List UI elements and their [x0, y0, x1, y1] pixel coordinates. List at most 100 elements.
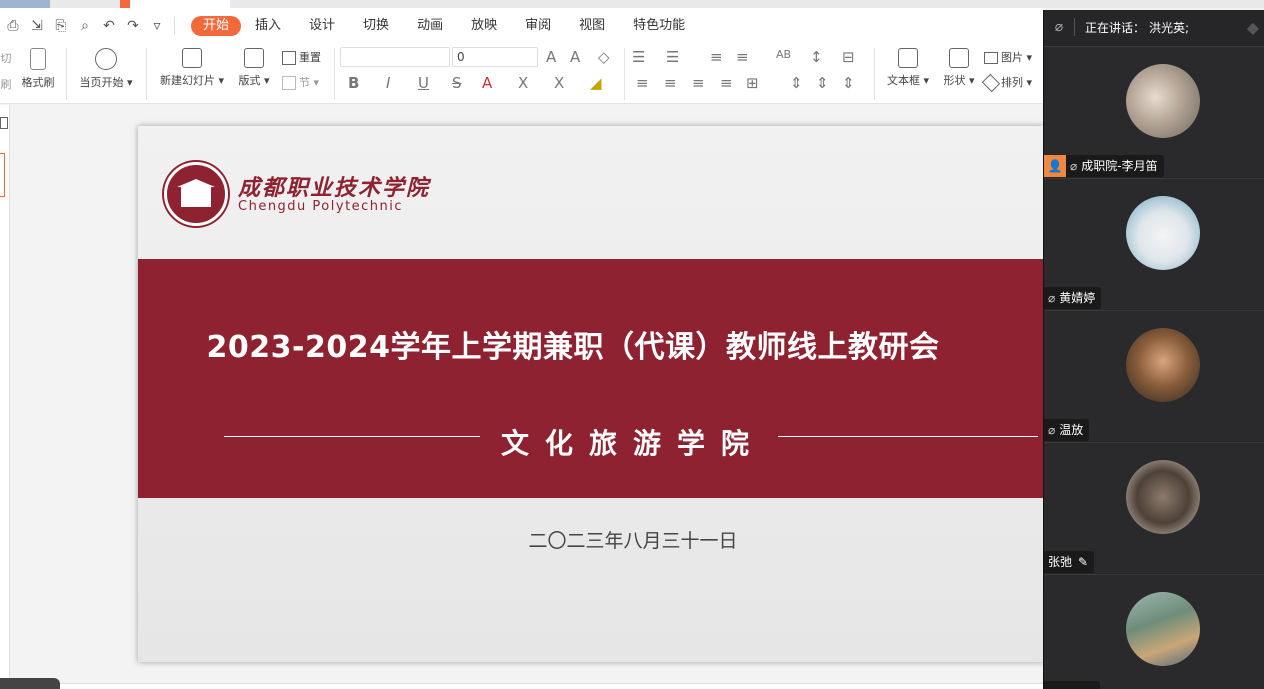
align-right-icon[interactable]: ≡	[692, 74, 705, 92]
menu-bar: ⎙ ⇲ ⎘ ⌕ ↶ ↷ ▿ 开始 插入 设计 切换 动画 放映 审阅 视图 特色…	[0, 8, 1044, 44]
increase-font-icon[interactable]: A	[546, 48, 556, 66]
participant-nametag	[1044, 681, 1100, 689]
expand-icon[interactable]: ◆	[1247, 18, 1259, 37]
print-icon[interactable]: ⎘	[50, 15, 72, 37]
title-strip	[0, 0, 1264, 8]
tab-animation[interactable]: 动画	[403, 16, 457, 36]
participant-tile[interactable]	[1044, 574, 1264, 689]
reset-button[interactable]: 重置	[282, 49, 330, 65]
participant-nametag: 👤 ⌀ 成职院-李月笛	[1044, 155, 1164, 177]
window-tab-home[interactable]	[0, 0, 50, 8]
participant-nametag: 张弛 ✎	[1044, 551, 1095, 573]
tab-review[interactable]: 审阅	[511, 16, 565, 36]
export-icon[interactable]: ⇲	[26, 15, 48, 37]
justify-icon[interactable]: ≡	[720, 74, 733, 92]
redo-icon[interactable]: ↷	[122, 15, 144, 37]
para-spacing-icon[interactable]: ⇕	[790, 74, 803, 92]
font-color-icon[interactable]: A	[482, 74, 492, 92]
clear-format-icon[interactable]: ◇	[598, 48, 610, 66]
participant-tile[interactable]: ⌀ 温放	[1044, 310, 1264, 441]
participant-name: 黄婧婷	[1059, 291, 1096, 305]
arrange-icon	[981, 73, 1001, 93]
tab-home[interactable]: 开始	[191, 16, 242, 36]
format-painter-button[interactable]: 格式刷	[18, 48, 58, 90]
subscript-icon[interactable]: X	[554, 74, 564, 92]
textbox-label: 文本框 ▾	[886, 74, 930, 87]
shape-label: 形状 ▾	[943, 74, 975, 87]
text-box-align-icon[interactable]: ⊟	[842, 48, 855, 66]
print-preview-icon[interactable]: ⌕	[74, 15, 96, 37]
picture-button[interactable]: 图片 ▾	[984, 49, 1042, 65]
divider	[174, 17, 175, 35]
tab-design[interactable]: 设计	[295, 16, 349, 36]
app-window: ⎙ ⇲ ⎘ ⌕ ↶ ↷ ▿ 开始 插入 设计 切换 动画 放映 审阅 视图 特色…	[0, 0, 1264, 689]
align-center-icon[interactable]: ≡	[664, 74, 677, 92]
participant-nametag: ⌀ 黄婧婷	[1044, 287, 1102, 309]
format-painter-label: 格式刷	[21, 76, 55, 89]
participant-tile[interactable]: ⌀ 黄婧婷	[1044, 178, 1264, 309]
customize-dropdown-icon[interactable]: ▿	[146, 15, 168, 37]
arrange-button[interactable]: 排列 ▾	[981, 73, 1042, 93]
new-slide-button[interactable]: 新建幻灯片 ▾	[154, 48, 230, 88]
superscript-icon[interactable]: X	[518, 74, 528, 92]
slide-canvas[interactable]: 成都职业技术学院 Chengdu Polytechnic 2023-2024学年…	[138, 126, 1044, 662]
new-slide-icon	[182, 48, 202, 68]
bold-icon[interactable]: B	[348, 74, 359, 92]
section-button[interactable]: 节 ▾	[282, 74, 330, 90]
document-tab[interactable]	[120, 0, 230, 8]
bullet-list-icon[interactable]: ☰	[632, 48, 645, 66]
increase-indent-icon[interactable]: ≡	[736, 48, 749, 66]
decrease-font-icon[interactable]: A	[570, 48, 580, 66]
numbered-list-icon[interactable]: ☰	[666, 48, 679, 66]
line-spacing-options-icon[interactable]: ⇕	[842, 74, 855, 92]
department-name: 文化旅游学院	[500, 427, 765, 460]
tab-slideshow[interactable]: 放映	[457, 16, 511, 36]
tab-insert[interactable]: 插入	[241, 16, 295, 36]
align-left-icon[interactable]: ≡	[636, 74, 649, 92]
status-bar	[0, 678, 1044, 689]
undo-icon[interactable]: ↶	[98, 15, 120, 37]
decrease-indent-icon[interactable]: ≡	[710, 48, 723, 66]
title-band	[138, 259, 1044, 498]
pencil-icon: ✎	[1078, 555, 1089, 569]
reset-icon	[282, 51, 296, 65]
text-direction-icon[interactable]: AB	[776, 48, 791, 61]
thumbnail-panel	[0, 105, 10, 689]
status-toggle[interactable]	[0, 678, 60, 689]
font-name-select[interactable]	[340, 47, 450, 67]
tab-special-features[interactable]: 特色功能	[619, 16, 699, 36]
layout-button[interactable]: 版式 ▾	[234, 48, 274, 88]
section-icon	[282, 76, 296, 90]
textbox-icon	[898, 48, 918, 68]
highlight-icon[interactable]: ◢	[590, 74, 602, 92]
participant-tile[interactable]: 张弛 ✎	[1044, 442, 1264, 573]
muted-mic-icon: ⌀	[1054, 19, 1064, 35]
play-current-button[interactable]: 当页开始 ▾	[74, 48, 138, 90]
participant-avatar	[1126, 460, 1200, 534]
tab-transition[interactable]: 切换	[349, 16, 403, 36]
strikethrough-icon[interactable]: S	[452, 74, 462, 92]
divider	[624, 48, 625, 100]
cut-button[interactable]: 切 刷	[0, 50, 12, 92]
italic-icon[interactable]: I	[386, 74, 390, 92]
columns-icon[interactable]: ⇕	[816, 74, 829, 92]
muted-mic-icon: ⌀	[1070, 159, 1078, 173]
tab-view[interactable]: 视图	[565, 16, 619, 36]
underline-icon[interactable]: U	[418, 74, 429, 92]
distribute-icon[interactable]: ⊞	[746, 74, 759, 92]
outline-toggle-icon[interactable]	[0, 117, 8, 129]
participant-avatar	[1126, 196, 1200, 270]
speaking-name: 洪光英;	[1149, 20, 1190, 35]
participant-avatar	[1126, 64, 1200, 138]
meeting-panel: ⌀ 正在讲话： 洪光英; ◆ 👤 ⌀ 成职院-李月笛 ⌀ 黄婧婷 ⌀ 温放 张弛…	[1043, 10, 1264, 689]
brush-partial-label: 刷	[0, 78, 12, 91]
font-size-select[interactable]: 0	[452, 47, 538, 67]
shape-button[interactable]: 形状 ▾	[938, 48, 980, 88]
save-icon[interactable]: ⎙	[2, 15, 24, 37]
play-icon	[95, 48, 117, 70]
textbox-button[interactable]: 文本框 ▾	[882, 48, 934, 88]
participant-tile[interactable]: 👤 ⌀ 成职院-李月笛	[1044, 46, 1264, 177]
participant-avatar	[1126, 328, 1200, 402]
slide-thumbnail-selected[interactable]	[0, 153, 5, 197]
line-spacing-icon[interactable]: ↕	[810, 48, 823, 66]
